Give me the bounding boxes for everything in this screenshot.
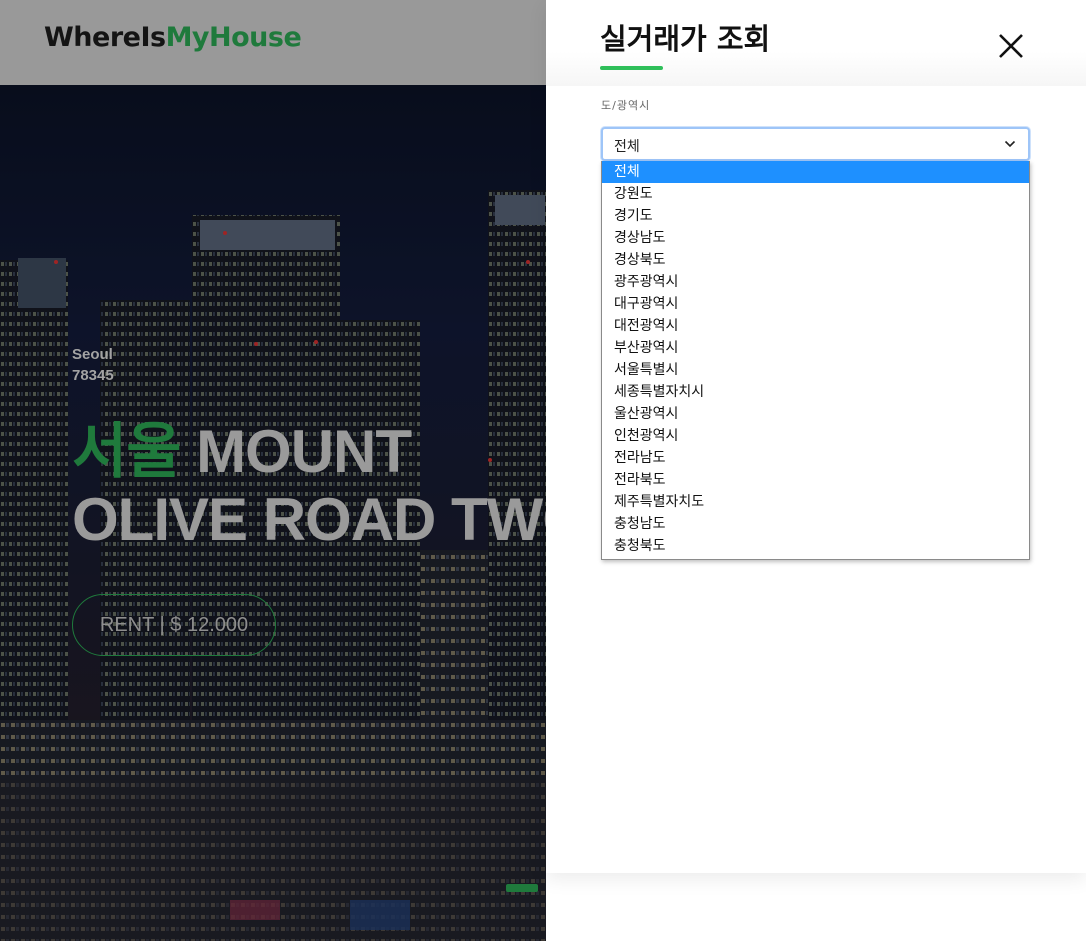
region-options-list: 전체 강원도 경기도 경상남도 경상북도 광주광역시 대구광역시 대전광역시 부산광역시 서울특별…: [601, 161, 1030, 560]
location-code: 78345: [72, 367, 114, 384]
region-select-value: 전체: [614, 139, 640, 155]
rent-price-button[interactable]: RENT | $ 12.000: [72, 594, 276, 656]
region-option[interactable]: 경상북도: [602, 249, 1029, 271]
region-option[interactable]: 강원도: [602, 183, 1029, 205]
deal-search-panel: 실거래가 조회 도/광역시 전체 전체 강원도 경기도 경상남도 경상북도 광주광역시 대구…: [546, 0, 1086, 873]
region-option[interactable]: 경기도: [602, 205, 1029, 227]
chevron-down-icon: [1004, 140, 1016, 148]
region-option[interactable]: 대전광역시: [602, 315, 1029, 337]
region-option[interactable]: 울산광역시: [602, 403, 1029, 425]
panel-header: 실거래가 조회: [546, 0, 1086, 86]
site-header: WhereIsMyHouse: [0, 0, 546, 85]
region-option[interactable]: 광주광역시: [602, 271, 1029, 293]
region-option[interactable]: 인천광역시: [602, 425, 1029, 447]
headline-accent: 서울: [72, 418, 181, 485]
region-select[interactable]: 전체: [601, 127, 1030, 161]
slider-indicator[interactable]: [506, 884, 538, 892]
region-field-label: 도/광역시: [601, 99, 651, 112]
headline-line1: MOUNT: [196, 418, 412, 485]
hero-section: Seoul 78345 서울 MOUNT OLIVE ROAD TWO RENT…: [0, 0, 546, 941]
region-option[interactable]: 부산광역시: [602, 337, 1029, 359]
region-option[interactable]: 충청북도: [602, 535, 1029, 557]
site-logo[interactable]: WhereIsMyHouse: [44, 22, 302, 53]
panel-title: 실거래가 조회: [600, 22, 771, 56]
region-option[interactable]: 세종특별자치시: [602, 381, 1029, 403]
region-option[interactable]: 전체: [602, 161, 1029, 183]
region-option[interactable]: 제주특별자치도: [602, 491, 1029, 513]
region-option[interactable]: 경상남도: [602, 227, 1029, 249]
title-underline: [600, 66, 663, 70]
logo-text-accent: MyHouse: [165, 22, 302, 53]
property-location: Seoul 78345: [72, 344, 114, 386]
headline-line2: OLIVE ROAD TWO: [72, 486, 546, 553]
hero-headline: 서울 MOUNT OLIVE ROAD TWO: [72, 418, 546, 554]
close-icon[interactable]: [996, 30, 1026, 62]
region-option[interactable]: 서울특별시: [602, 359, 1029, 381]
region-option[interactable]: 충청남도: [602, 513, 1029, 535]
location-city: Seoul: [72, 346, 113, 363]
region-option[interactable]: 대구광역시: [602, 293, 1029, 315]
logo-text-primary: WhereIs: [44, 22, 166, 53]
region-option[interactable]: 전라남도: [602, 447, 1029, 469]
region-option[interactable]: 전라북도: [602, 469, 1029, 491]
